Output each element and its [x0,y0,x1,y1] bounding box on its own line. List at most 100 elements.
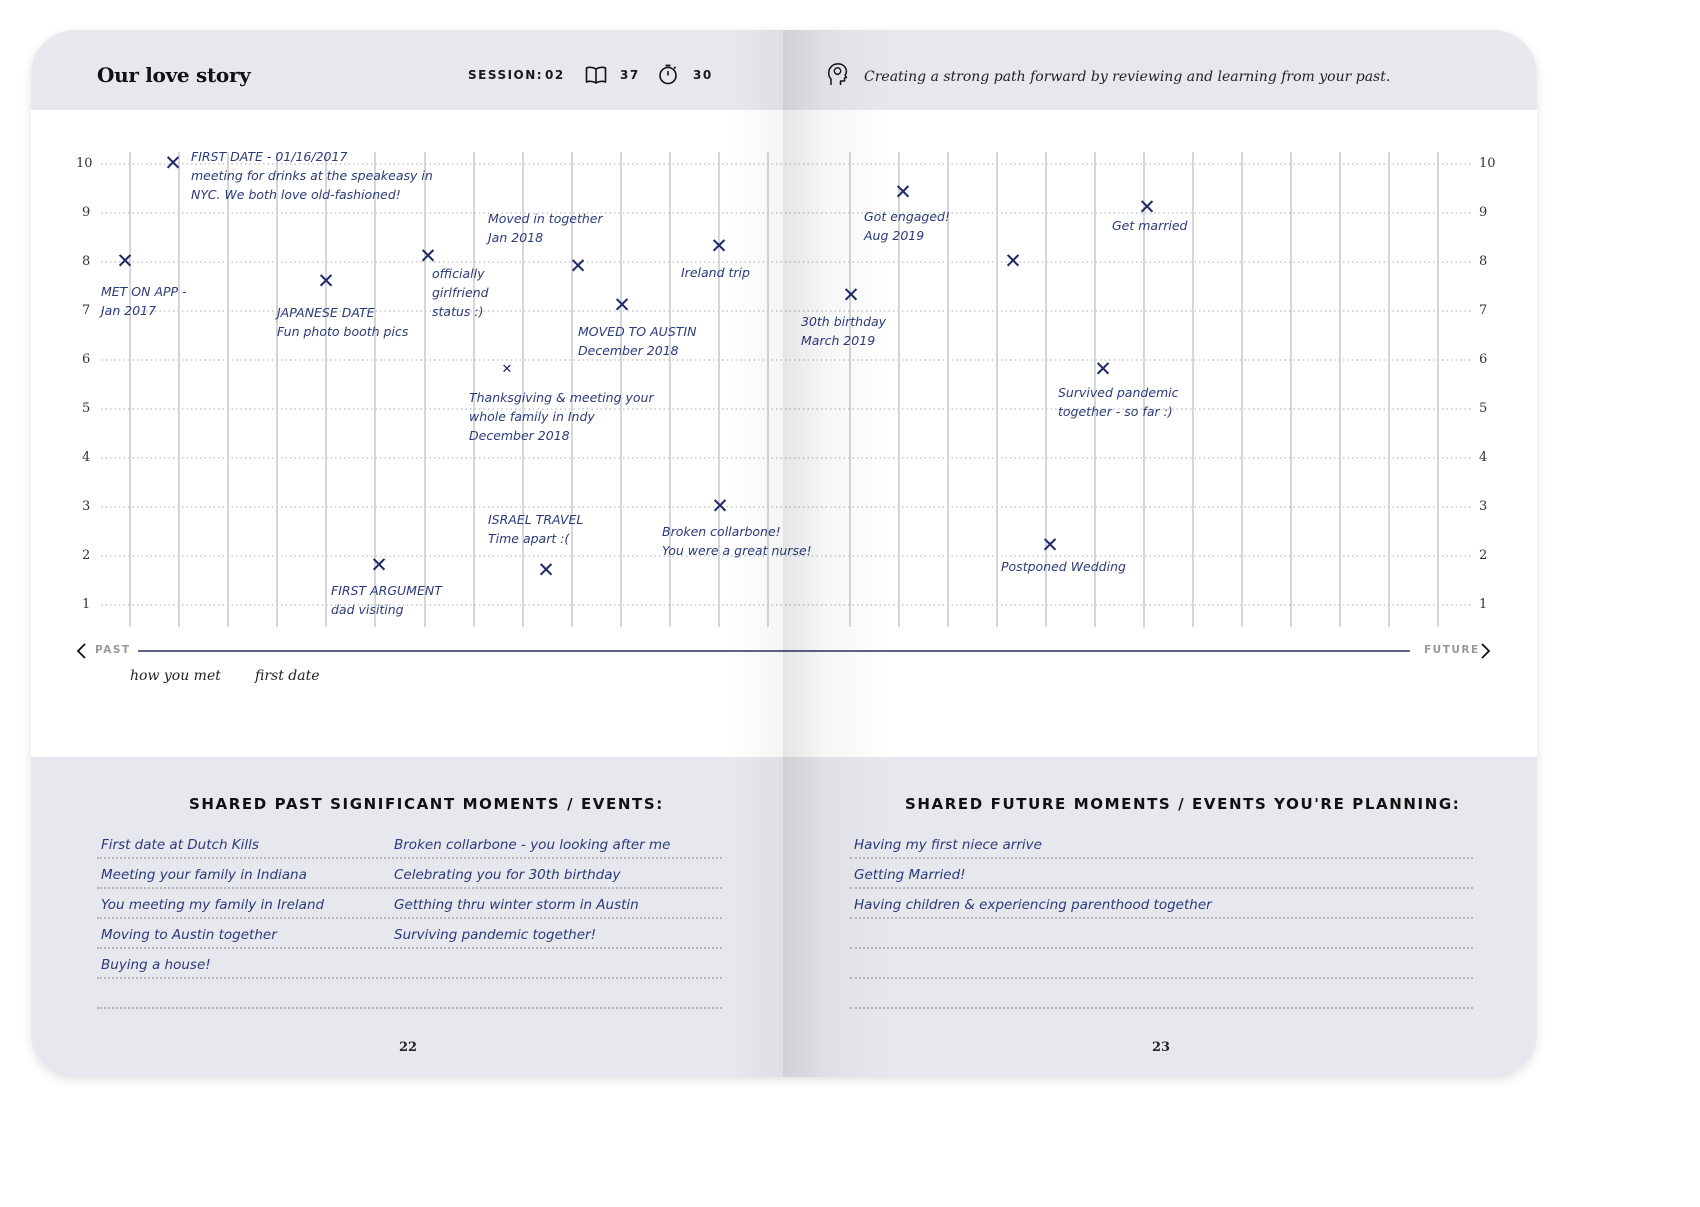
event-note: FIRST ARGUMENT dad visiting [331,581,442,619]
list-item: You meeting my family in Ireland [101,897,325,913]
event-note: JAPANESE DATE Fun photo booth pics [277,303,408,341]
event-note: Thanksgiving & meeting your whole family … [469,388,654,445]
writing-line [850,1007,1473,1009]
event-note-line: meeting for drinks at the speakeasy in [191,168,433,183]
event-note-line: Postponed Wedding [1001,559,1126,575]
event-mark: ✕ [501,362,513,378]
journal-spread: Our love story SESSION: 02 37 30 Creatin… [31,30,1537,1077]
event-note-line: December 2018 [469,427,570,443]
event-note: MOVED TO AUSTIN December 2018 [578,322,696,360]
y-tick-label: 7 [1479,303,1488,318]
gutter-shadow-left [731,30,783,1077]
event-note-line: Jan 2017 [101,303,157,318]
chevron-right-icon [1481,643,1491,659]
event-mark: ✕ [1004,249,1022,274]
writing-line [97,947,722,949]
event-note-line: dad visiting [331,601,404,617]
event-note: officially girlfriend status :) [432,264,489,321]
list-item: Having children & experiencing parenthoo… [854,897,1212,913]
y-tick-label: 5 [82,401,91,416]
writing-line [97,1007,722,1009]
y-tick-label: 1 [82,597,91,612]
event-note-line: girlfriend [432,285,489,301]
event-note-line: Fun photo booth pics [277,323,409,339]
y-tick-label: 2 [1479,548,1488,563]
event-mark: ✕ [370,552,388,577]
y-tick-label: 10 [76,156,93,171]
y-tick-label: 3 [1479,499,1488,514]
list-item: Celebrating you for 30th birthday [394,867,621,883]
event-mark: ✕ [317,268,335,293]
writing-line [850,887,1473,889]
y-tick-label: 10 [1479,156,1496,171]
y-tick-label: 3 [82,499,91,514]
writing-line [850,857,1473,859]
past-label: PAST [95,644,131,656]
event-note-line: Thanksgiving & meeting your [469,389,654,405]
event-note-line: Get married [1112,218,1188,234]
event-mark: ✕ [1138,195,1156,220]
list-item: Moving to Austin together [101,927,277,943]
event-note: Survived pandemic together - so far :) [1058,383,1179,421]
event-mark: ✕ [116,249,134,274]
event-mark: ✕ [1041,533,1059,558]
event-note-line: Time apart :( [488,531,570,546]
y-tick-label: 4 [82,450,91,465]
past-section-heading: SHARED PAST SIGNIFICANT MOMENTS / EVENTS… [189,795,664,813]
x-label-first-date: first date [255,668,320,684]
event-note-line: Moved in together [488,211,603,226]
event-note-line: status :) [432,304,484,320]
event-mark: ✕ [164,151,182,176]
event-mark: ✕ [569,253,587,278]
event-note: Postponed Wedding [1001,557,1126,576]
event-mark: ✕ [710,234,728,259]
list-item: Meeting your family in Indiana [101,867,307,883]
event-note: Moved in together Jan 2018 [488,209,603,247]
writing-line [97,977,722,979]
event-note-line: FIRST DATE - 01/16/2017 [191,149,348,164]
list-item: First date at Dutch Kills [101,837,259,853]
y-tick-label: 7 [82,303,91,318]
list-item: Surviving pandemic together! [394,927,597,943]
event-mark: ✕ [894,180,912,205]
writing-line [97,887,722,889]
y-tick-label: 4 [1479,450,1488,465]
page-number-left: 22 [399,1040,418,1055]
event-note-line: December 2018 [578,343,679,359]
chevron-left-icon [76,643,86,659]
event-note: MET ON APP - Jan 2017 [101,282,187,320]
y-tick-label: 6 [82,352,91,367]
event-note-line: FIRST ARGUMENT [331,582,442,598]
event-mark: ✕ [537,557,555,582]
y-tick-label: 1 [1479,597,1488,612]
y-tick-label: 2 [82,548,91,563]
writing-line [97,857,722,859]
future-section-heading: SHARED FUTURE MOMENTS / EVENTS YOU'RE PL… [905,795,1461,813]
y-tick-label: 8 [82,254,91,269]
event-note: Get married [1112,216,1187,235]
event-note-line: MET ON APP - [101,284,187,299]
event-note-line: together - so far :) [1058,403,1173,419]
event-mark: ✕ [613,293,631,318]
event-note-line: ISRAEL TRAVEL [488,512,584,527]
event-note-line: MOVED TO AUSTIN [578,324,697,340]
gutter-shadow-right [783,30,893,1077]
page-number-right: 23 [1152,1040,1171,1055]
event-note-line: JAPANESE DATE [277,304,375,320]
event-note: ISRAEL TRAVEL Time apart :( [488,510,583,548]
list-item: Broken collarbone - you looking after me [394,837,671,853]
future-label: FUTURE [1424,644,1480,656]
y-tick-label: 8 [1479,254,1488,269]
event-note-line: Jan 2018 [488,230,544,245]
event-note-line: Survived pandemic [1058,384,1179,400]
list-item: Getthing thru winter storm in Austin [394,897,639,913]
writing-line [850,947,1473,949]
writing-line [97,917,722,919]
writing-line [850,977,1473,979]
event-note: FIRST DATE - 01/16/2017 meeting for drink… [191,147,433,204]
x-label-how-you-met: how you met [130,668,221,684]
y-tick-label: 5 [1479,401,1488,416]
event-note-line: officially [432,266,485,282]
event-mark: ✕ [1094,356,1112,381]
list-item: Buying a house! [101,957,211,973]
